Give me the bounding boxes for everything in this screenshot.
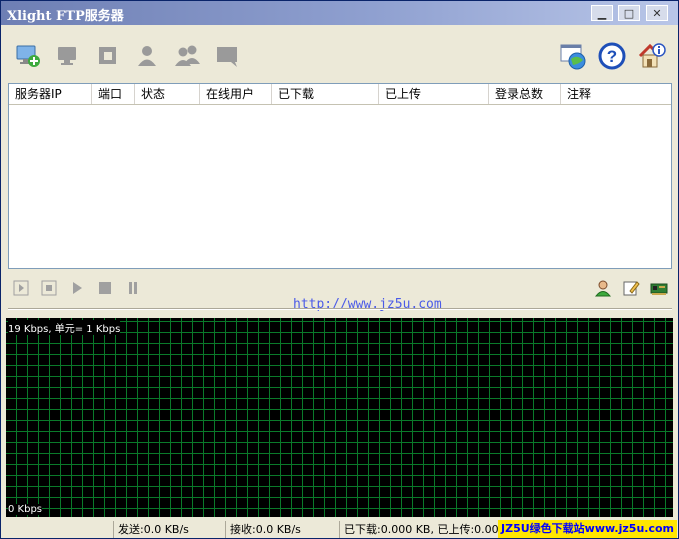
minimize-button[interactable]: ▁ — [591, 5, 613, 21]
user-button[interactable] — [132, 41, 162, 71]
about-button[interactable] — [637, 41, 667, 71]
col-login-total[interactable]: 登录总数 — [489, 84, 561, 104]
main-toolbar: ? — [1, 27, 678, 77]
window-title: Xlight FTP服务器 — [7, 9, 124, 24]
help-icon: ? — [598, 42, 626, 70]
title-bar[interactable]: Xlight FTP服务器 ▁ □ ✕ — [1, 1, 678, 25]
remove-server-button[interactable] — [53, 41, 83, 71]
about-icon — [638, 43, 666, 68]
user-icon — [138, 46, 156, 66]
network-card-icon — [650, 283, 668, 295]
graph-top-label: 19 Kbps, 单元= 1 Kbps — [8, 320, 121, 335]
col-port[interactable]: 端口 — [92, 84, 135, 104]
minimize-icon: ▁ — [597, 6, 607, 20]
help-button[interactable]: ? — [597, 41, 627, 71]
add-server-button[interactable] — [13, 41, 43, 71]
col-server-ip[interactable]: 服务器IP — [9, 84, 92, 104]
close-icon: ✕ — [652, 6, 662, 20]
user-manage-button[interactable] — [594, 279, 612, 297]
col-uploaded[interactable]: 已上传 — [379, 84, 489, 104]
message-button[interactable] — [212, 41, 242, 71]
stop-square-button[interactable] — [96, 279, 114, 297]
remove-server-icon — [58, 47, 76, 65]
stop-square-icon — [99, 282, 111, 294]
play-button[interactable] — [68, 279, 86, 297]
stop-icon — [41, 280, 57, 296]
col-status[interactable]: 状态 — [135, 84, 200, 104]
pause-button[interactable] — [124, 279, 142, 297]
status-receive: 接收:0.0 KB/s — [225, 521, 334, 538]
users-button[interactable] — [172, 41, 202, 71]
close-button[interactable]: ✕ — [646, 5, 668, 21]
server-list-header: 服务器IP 端口 状态 在线用户 已下载 已上传 登录总数 注释 — [9, 84, 671, 105]
play-icon — [73, 282, 82, 294]
pause-icon — [129, 282, 137, 294]
server-list[interactable]: 服务器IP 端口 状态 在线用户 已下载 已上传 登录总数 注释 — [8, 83, 672, 269]
edit-server-button[interactable] — [93, 41, 123, 71]
col-online-users[interactable]: 在线用户 — [200, 84, 272, 104]
user-manage-icon — [594, 280, 612, 297]
web-settings-button[interactable] — [558, 41, 588, 71]
control-bar — [1, 277, 678, 299]
message-icon — [217, 47, 237, 67]
network-card-button[interactable] — [650, 279, 668, 297]
edit-server-icon — [99, 47, 116, 64]
stop-button[interactable] — [40, 279, 58, 297]
maximize-icon: □ — [623, 6, 635, 20]
traffic-graph: 19 Kbps, 单元= 1 Kbps 0 Kbps — [6, 318, 673, 517]
start-button[interactable] — [12, 279, 30, 297]
col-comment[interactable]: 注释 — [561, 84, 671, 104]
divider — [8, 308, 672, 310]
graph-bottom-label: 0 Kbps — [8, 504, 43, 515]
status-send: 发送:0.0 KB/s — [113, 521, 222, 538]
users-icon — [175, 45, 200, 66]
app-window: Xlight FTP服务器 ▁ □ ✕ ? 服务器IP 端口 状态 在线用户 已… — [0, 0, 679, 539]
web-settings-icon — [560, 44, 586, 70]
edit-note-icon — [623, 281, 640, 296]
site-stamp: JZ5U绿色下载站www.jz5u.com — [498, 520, 677, 538]
add-server-icon — [16, 45, 40, 67]
edit-note-button[interactable] — [622, 279, 640, 297]
col-downloaded[interactable]: 已下载 — [272, 84, 379, 104]
start-icon — [13, 280, 29, 296]
svg-text:?: ? — [607, 47, 617, 66]
maximize-button[interactable]: □ — [618, 5, 640, 21]
